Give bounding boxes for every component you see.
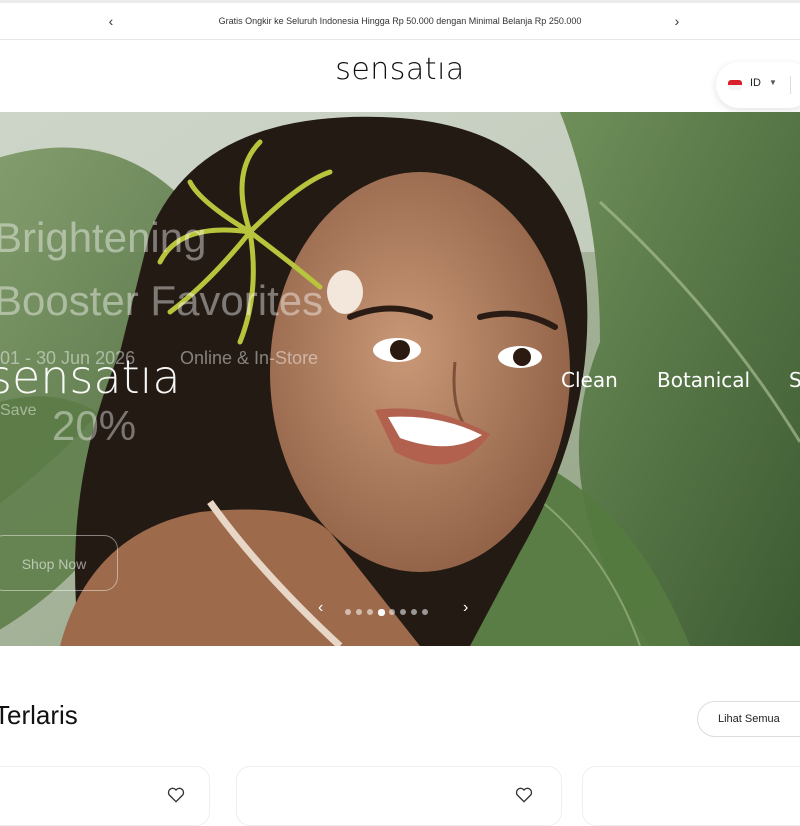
brand-logo[interactable]: sensatıa bbox=[0, 52, 800, 87]
hero-banner[interactable]: Brightening Booster Favorites 01 - 30 Ju… bbox=[0, 112, 800, 646]
carousel-dot[interactable] bbox=[411, 609, 417, 615]
hero-tagline-s: S bbox=[789, 368, 800, 392]
hero-brand: sensatıa bbox=[0, 350, 181, 404]
carousel-dot[interactable] bbox=[367, 609, 373, 615]
carousel-prev-icon[interactable]: ‹ bbox=[318, 599, 323, 617]
heart-icon[interactable] bbox=[514, 785, 534, 805]
section-title: Terlaris bbox=[0, 700, 78, 730]
product-card[interactable] bbox=[236, 766, 562, 826]
product-card[interactable] bbox=[0, 766, 210, 826]
chevron-right-icon[interactable]: › bbox=[665, 9, 689, 33]
carousel-dot[interactable] bbox=[422, 609, 428, 615]
carousel-dot[interactable] bbox=[400, 609, 406, 615]
carousel-dot[interactable] bbox=[356, 609, 362, 615]
carousel-dot[interactable] bbox=[378, 609, 385, 616]
see-all-button[interactable]: Lihat Semua bbox=[697, 701, 800, 737]
divider bbox=[790, 76, 791, 94]
indonesia-flag-icon bbox=[728, 80, 742, 90]
shop-now-button[interactable]: Shop Now bbox=[0, 535, 118, 591]
language-selector[interactable]: ID ▼ bbox=[716, 62, 800, 108]
hero-faded-headline-2: Booster Favorites bbox=[0, 277, 324, 324]
product-card[interactable] bbox=[582, 766, 800, 826]
site-header: sensatıa ID ▼ bbox=[0, 40, 800, 112]
carousel-dot[interactable] bbox=[389, 609, 395, 615]
announcement-bar: ‹ Gratis Ongkir ke Seluruh Indonesia Hin… bbox=[0, 0, 800, 40]
hero-tagline-clean: Clean bbox=[561, 368, 618, 392]
heart-icon[interactable] bbox=[166, 785, 186, 805]
hero-faded-headline-1: Brightening bbox=[0, 214, 207, 261]
carousel-next-icon[interactable]: › bbox=[463, 599, 468, 617]
language-code: ID bbox=[750, 77, 761, 89]
hero-discount: 20% bbox=[52, 402, 137, 449]
hero-channels: Online & In-Store bbox=[180, 348, 319, 368]
chevron-down-icon: ▼ bbox=[769, 78, 777, 87]
hero-tagline-botanical: Botanical bbox=[657, 368, 751, 392]
hero-save-label: Save bbox=[0, 402, 37, 419]
carousel-dot[interactable] bbox=[345, 609, 351, 615]
